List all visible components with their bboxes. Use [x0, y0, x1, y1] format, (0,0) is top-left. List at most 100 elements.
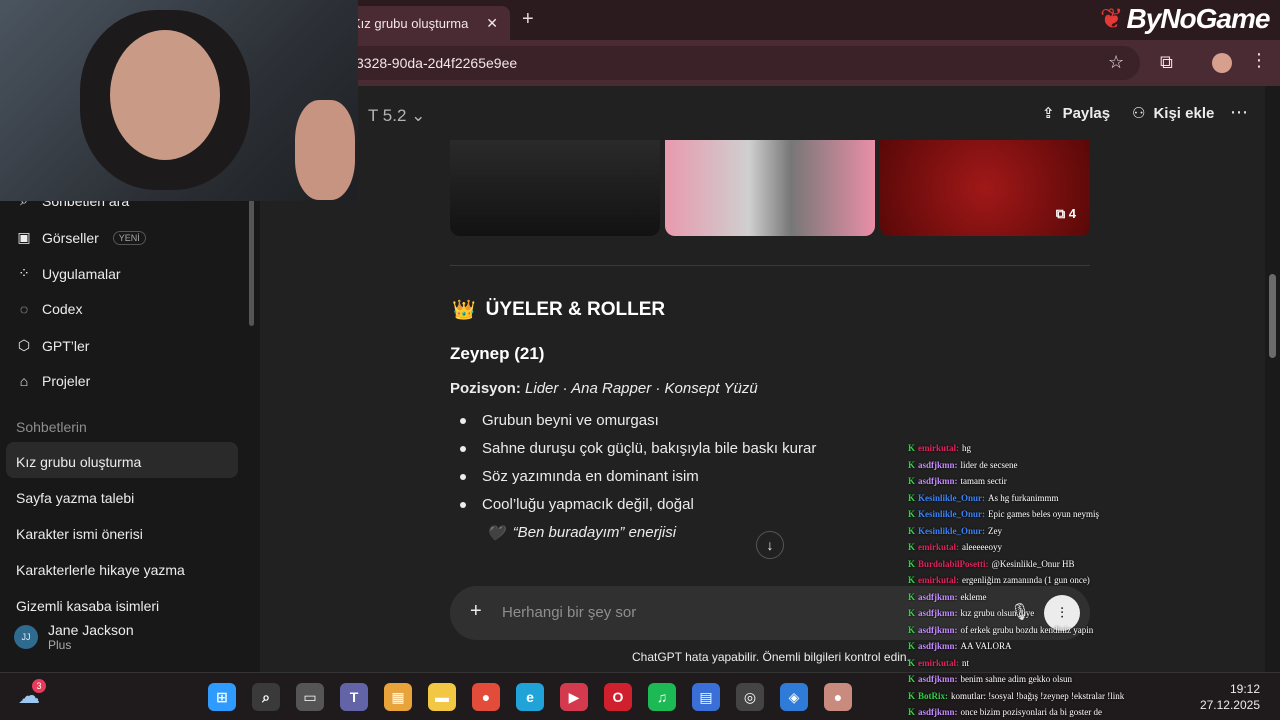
- sidebar-item-gpts[interactable]: ⬡ GPT’ler: [16, 337, 90, 354]
- bookmark-star-icon[interactable]: ☆: [1108, 52, 1124, 73]
- search-icon[interactable]: ⌕: [252, 683, 280, 711]
- badge-icon: K: [908, 608, 916, 619]
- chat-username: asdfjkmn:: [918, 608, 958, 619]
- explorer-icon[interactable]: ▬: [428, 683, 456, 711]
- close-icon[interactable]: ✕: [486, 15, 498, 32]
- opera-icon[interactable]: O: [604, 683, 632, 711]
- page-scrollbar[interactable]: [1265, 86, 1280, 686]
- badge-icon: K: [908, 657, 916, 668]
- folder-icon: ⌂: [19, 373, 29, 389]
- stream-chat-overlay: Kemirkutal: hg Kasdfjkmn: lider de secsene K…: [908, 440, 1168, 720]
- chat-message: K Kesinlikle_Onur: As hg furkanimmm: [908, 490, 1168, 507]
- badge-icon: K: [908, 525, 916, 536]
- sidebar-item-projects[interactable]: ⌂ Projeler: [16, 373, 90, 389]
- chat-item[interactable]: Gizemli kasaba isimleri: [16, 598, 159, 614]
- more-options-icon[interactable]: ⋯: [1230, 102, 1248, 123]
- badge-icon: K: [908, 674, 916, 685]
- system-clock[interactable]: 19:12 27.12.2025: [1200, 681, 1260, 713]
- chat-item[interactable]: Sayfa yazma talebi: [16, 490, 134, 506]
- taskview-icon[interactable]: ▭: [296, 683, 324, 711]
- chat-item[interactable]: Karakterlerle hikaye yazma: [16, 562, 185, 578]
- add-person-button[interactable]: ⚇ Kişi ekle: [1132, 104, 1214, 123]
- chrome-icon[interactable]: ●: [472, 683, 500, 711]
- member-name: Zeynep (21): [450, 344, 545, 363]
- chat-item[interactable]: Karakter ismi önerisi: [16, 526, 143, 542]
- image-gallery: ⧉ 4: [450, 140, 1090, 236]
- user-menu[interactable]: JJ Jane Jackson Plus: [14, 622, 134, 652]
- new-tab-icon[interactable]: +: [522, 8, 534, 31]
- chat-message: Kasdfjkmn: ekleme: [908, 589, 1168, 606]
- chat-username: BurdolabilPosetti:: [918, 558, 989, 569]
- chat-username: asdfjkmn:: [918, 591, 958, 602]
- docs-icon[interactable]: ▤: [692, 683, 720, 711]
- sidebar-item-codex[interactable]: ◌ Codex: [16, 301, 83, 317]
- chat-text: benim sahne adim gekko olsun: [960, 674, 1073, 685]
- obs-icon[interactable]: ◎: [736, 683, 764, 711]
- url-input[interactable]: 3328-90da-2d4f2265e9ee: [340, 46, 1140, 80]
- chat-message: Kasdfjkmn: benim sahne adim gekko olsun: [908, 671, 1168, 688]
- chat-message: K BurdolabilPosetti: @Kesinlikle_Onur HB: [908, 556, 1168, 573]
- badge-icon: K: [908, 707, 916, 718]
- sidebar-item-apps[interactable]: ⁘ Uygulamalar: [16, 265, 120, 282]
- teams-icon[interactable]: T: [340, 683, 368, 711]
- store-icon[interactable]: ▦: [384, 683, 412, 711]
- chat-message: Kasdfjkmn: lider de secsene: [908, 457, 1168, 474]
- chat-text: ergenliğim zamanında (1 gun once): [962, 575, 1090, 586]
- windows-icon[interactable]: ⊞: [208, 683, 236, 711]
- chat-text: nt: [962, 657, 970, 668]
- weather-widget[interactable]: ☁ 3: [18, 679, 48, 708]
- list-item: Grubun beyni ve omurgası: [450, 410, 1090, 438]
- chat-message: Kasdfjkmn: kız grubu olsun diye: [908, 605, 1168, 622]
- chat-username: emirkutal:: [918, 542, 960, 553]
- flame-icon: ❦: [1100, 3, 1123, 34]
- generated-image[interactable]: [450, 140, 660, 236]
- generated-image[interactable]: [665, 140, 875, 236]
- spotify-icon[interactable]: ♫: [648, 683, 676, 711]
- chat-text: AA VALORA: [960, 641, 1012, 652]
- chat-item[interactable]: Kız grubu oluşturma: [16, 454, 141, 470]
- plus-icon[interactable]: +: [470, 600, 482, 623]
- model-selector[interactable]: T 5.2 ⌄: [368, 106, 425, 126]
- chat-text: once bizim pozisyonlari da bi goster de: [960, 707, 1102, 718]
- profile-avatar[interactable]: [1212, 53, 1232, 73]
- cube-icon: ⬡: [17, 337, 31, 353]
- tab-title: Kız grubu oluşturma: [352, 15, 469, 31]
- chat-username: Kesinlikle_Onur:: [918, 525, 986, 536]
- chats-section-label: Sohbetlerin: [16, 419, 87, 435]
- edge-icon[interactable]: e: [516, 683, 544, 711]
- share-button[interactable]: ⇪ Paylaş: [1042, 104, 1110, 123]
- composer-placeholder: Herhangi bir şey sor: [502, 604, 637, 621]
- sidebar-item-images[interactable]: ▣ Görseller YENİ: [16, 229, 146, 246]
- extensions-icon[interactable]: ⧉: [1160, 52, 1173, 73]
- generated-image[interactable]: ⧉ 4: [880, 140, 1090, 236]
- player-icon[interactable]: ▶: [560, 683, 588, 711]
- chat-username: asdfjkmn:: [918, 624, 958, 635]
- chat-username: asdfjkmn:: [918, 674, 958, 685]
- share-icon: ⇪: [1042, 105, 1055, 122]
- webcam-overlay: [0, 0, 358, 201]
- sidebar-scrollbar[interactable]: [249, 196, 254, 326]
- disclaimer: ChatGPT hata yapabilir. Önemli bilgileri…: [632, 650, 910, 664]
- badge-icon: K: [908, 624, 916, 635]
- badge-icon: K: [908, 443, 916, 454]
- image-count: ⧉ 4: [1055, 206, 1076, 221]
- chat-message: Kemirkutal: ergenliğim zamanında (1 gun o…: [908, 572, 1168, 589]
- badge-icon: K: [908, 459, 916, 470]
- badge-icon: K: [908, 690, 916, 701]
- chat-text: komutlar: !sosyal !bağış !zeynep !ekstra…: [951, 690, 1125, 701]
- chat-username: asdfjkmn:: [918, 459, 958, 470]
- chrome-profile-icon[interactable]: ●: [824, 683, 852, 711]
- badge-icon: K: [908, 542, 916, 553]
- tab-active[interactable]: Kız grubu oluşturma ✕: [340, 6, 510, 40]
- chat-message: Kemirkutal: nt: [908, 655, 1168, 672]
- app-icon[interactable]: ◈: [780, 683, 808, 711]
- scrollbar-thumb[interactable]: [1269, 274, 1276, 358]
- webcam-hand: [295, 100, 355, 200]
- add-user-icon: ⚇: [1132, 105, 1146, 122]
- quote-line: 🖤 “Ben buradayım” enerjisi: [486, 524, 677, 542]
- chat-message: Kasdfjkmn: once bizim pozisyonlari da bi …: [908, 704, 1168, 720]
- scroll-down-button[interactable]: ↓: [756, 531, 784, 559]
- menu-kebab-icon[interactable]: ⋮: [1250, 50, 1268, 71]
- chat-username: asdfjkmn:: [918, 707, 958, 718]
- chevron-down-icon: ⌄: [411, 106, 426, 125]
